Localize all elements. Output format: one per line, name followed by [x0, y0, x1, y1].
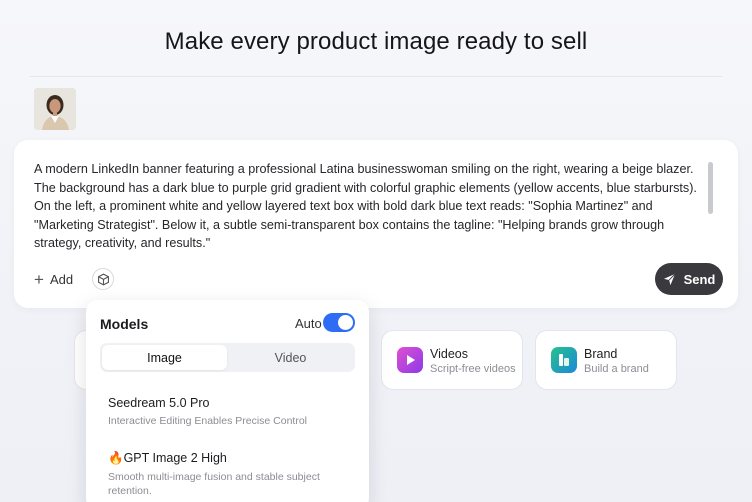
model-selector-button[interactable] [92, 268, 114, 290]
play-icon [397, 347, 423, 373]
divider [30, 76, 722, 77]
model-item-gpt-image[interactable]: 🔥GPT Image 2 High Smooth multi-image fus… [108, 451, 348, 498]
brand-icon [551, 347, 577, 373]
page-title: Make every product image ready to sell [164, 28, 588, 55]
card-subtitle: Script-free videos [430, 363, 516, 375]
models-title: Models [100, 316, 149, 332]
model-description: Smooth multi-image fusion and stable sub… [108, 471, 320, 497]
tab-video[interactable]: Video [228, 345, 353, 370]
cube-icon [97, 272, 109, 286]
models-dropdown: Models Auto Image Video Seedream 5.0 Pro… [86, 300, 369, 502]
prompt-textarea[interactable]: A modern LinkedIn banner featuring a pro… [34, 160, 699, 253]
plus-icon: + [34, 269, 44, 289]
card-title: Brand [584, 347, 618, 361]
prompt-composer: A modern LinkedIn banner featuring a pro… [14, 140, 738, 308]
send-button-label: Send [683, 271, 716, 287]
reference-image-thumbnail[interactable] [34, 88, 76, 130]
model-name: Seedream 5.0 Pro [108, 396, 210, 410]
send-button[interactable]: Send [655, 263, 723, 295]
feature-card-brand[interactable]: Brand Build a brand [535, 330, 677, 390]
send-icon [663, 273, 675, 285]
feature-card-videos[interactable]: Videos Script-free videos [381, 330, 523, 390]
add-button[interactable]: + Add [34, 268, 73, 290]
model-name: 🔥GPT Image 2 High [108, 451, 227, 465]
auto-toggle[interactable] [323, 313, 355, 332]
model-item-seedream[interactable]: Seedream 5.0 Pro Interactive Editing Ena… [108, 396, 348, 428]
tab-image[interactable]: Image [102, 345, 227, 370]
toggle-knob [338, 315, 353, 330]
model-description: Interactive Editing Enables Precise Cont… [108, 415, 308, 427]
prompt-scrollbar[interactable] [708, 162, 713, 214]
model-type-tabs: Image Video [100, 343, 355, 372]
card-subtitle: Build a brand [584, 363, 649, 375]
auto-label: Auto [295, 316, 322, 331]
card-title: Videos [430, 347, 468, 361]
add-button-label: Add [49, 271, 74, 287]
